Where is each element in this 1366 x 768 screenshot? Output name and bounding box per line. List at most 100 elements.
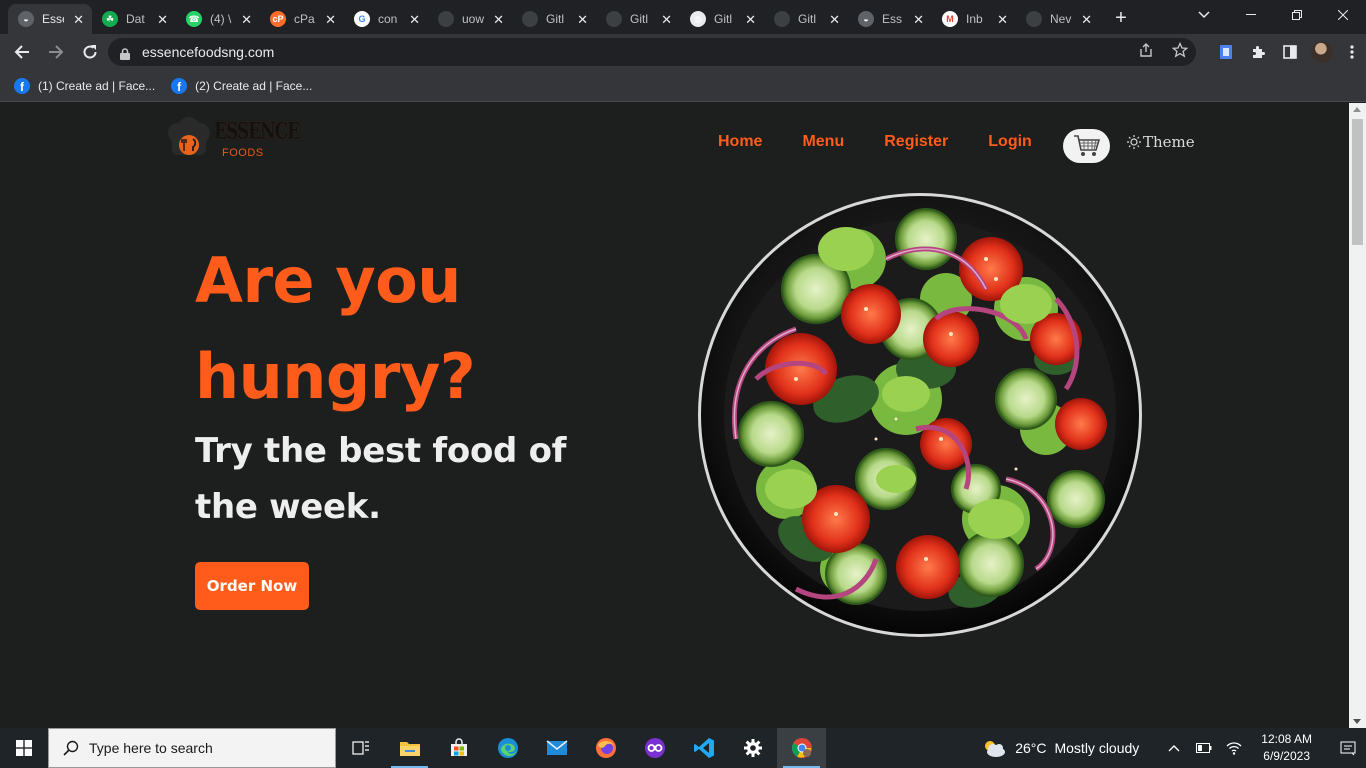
browser-tab[interactable]: Gitl ✕ — [512, 4, 596, 34]
extensions-puzzle-icon[interactable] — [1242, 36, 1274, 68]
cart-button[interactable] — [1063, 129, 1110, 163]
app-icon[interactable] — [630, 728, 679, 768]
extension-icon[interactable] — [1210, 36, 1242, 68]
tab-close-icon[interactable]: ✕ — [325, 13, 336, 26]
browser-tab[interactable]: ◒ Esse ✕ — [8, 4, 92, 34]
profile-avatar[interactable] — [1306, 36, 1338, 68]
clock-time: 12:08 AM — [1261, 732, 1312, 746]
tab-close-icon[interactable]: ✕ — [241, 13, 252, 26]
nav-login-link[interactable]: Login — [988, 133, 1032, 151]
site-nav: Home Menu Register Login — [718, 133, 1072, 151]
tab-close-icon[interactable]: ✕ — [493, 13, 504, 26]
browser-tab[interactable]: Gitl ✕ — [596, 4, 680, 34]
tab-title: con — [378, 12, 398, 26]
settings-icon[interactable] — [728, 728, 777, 768]
address-bar[interactable]: essencefoodsng.com — [108, 38, 1196, 66]
restore-button[interactable] — [1274, 0, 1320, 30]
browser-tab[interactable]: M Inb ✕ — [932, 4, 1016, 34]
tab-close-icon[interactable]: ✕ — [577, 13, 588, 26]
bookmarks-bar: f (1) Create ad | Face... f (2) Create a… — [0, 70, 1366, 102]
tab-close-icon[interactable]: ✕ — [409, 13, 420, 26]
browser-tab[interactable]: Gitl ✕ — [764, 4, 848, 34]
tab-title: Ess — [882, 12, 903, 26]
nav-menu-link[interactable]: Menu — [802, 133, 844, 151]
theme-toggle[interactable]: Theme — [1127, 133, 1195, 151]
hero-title-line1: Are you — [195, 244, 461, 317]
vscode-icon[interactable] — [679, 728, 728, 768]
tab-close-icon[interactable]: ✕ — [913, 13, 924, 26]
side-panel-icon[interactable] — [1274, 36, 1306, 68]
site-logo[interactable]: ESSENCE FOODS — [162, 117, 300, 163]
page-viewport: ESSENCE FOODS Home Menu Register Login T… — [0, 103, 1349, 728]
browser-tab[interactable]: ◍ Gitl ✕ — [680, 4, 764, 34]
search-placeholder: Type here to search — [89, 740, 213, 756]
facebook-icon: f — [171, 77, 188, 94]
nav-register-link[interactable]: Register — [884, 133, 948, 151]
gmail-icon: M — [942, 11, 958, 27]
tab-close-icon[interactable]: ✕ — [745, 13, 756, 26]
scrollbar-thumb[interactable] — [1352, 119, 1363, 245]
taskbar-clock[interactable]: 12:08 AM 6/9/2023 — [1261, 731, 1312, 765]
tab-title: Gitl — [798, 12, 816, 26]
weather-widget[interactable]: 26°C Mostly cloudy — [981, 738, 1139, 758]
windows-start-icon[interactable] — [0, 728, 48, 768]
share-icon[interactable] — [1138, 42, 1154, 62]
forward-button[interactable] — [40, 36, 72, 68]
close-window-button[interactable] — [1320, 0, 1366, 30]
task-view-icon[interactable] — [336, 728, 385, 768]
browser-tab[interactable]: uow ✕ — [428, 4, 512, 34]
firefox-icon[interactable] — [581, 728, 630, 768]
browser-tab[interactable]: ◒ Ess ✕ — [848, 4, 932, 34]
mongodb-leaf-icon: ☘ — [102, 11, 118, 27]
bookmark-item[interactable]: f (2) Create ad | Face... — [171, 77, 312, 94]
tab-close-icon[interactable]: ✕ — [157, 13, 168, 26]
tab-close-icon[interactable]: ✕ — [997, 13, 1008, 26]
new-tab-icon — [1026, 11, 1042, 27]
chevron-up-icon[interactable] — [1159, 732, 1189, 764]
tab-close-icon[interactable]: ✕ — [661, 13, 672, 26]
bookmark-item[interactable]: f (1) Create ad | Face... — [14, 77, 155, 94]
bookmark-star-icon[interactable] — [1171, 41, 1189, 62]
browser-tab[interactable]: ☎ (4) \ ✕ — [176, 4, 260, 34]
github-icon — [522, 11, 538, 27]
file-explorer-icon[interactable] — [385, 728, 434, 768]
taskbar-search-box[interactable]: Type here to search — [48, 728, 336, 768]
tab-title: (4) \ — [210, 12, 232, 26]
tab-list: ◒Esse✕☘Dat✕☎(4) \✕cPcPa✕Gcon✕uow✕Gitl✕Gi… — [0, 0, 1100, 34]
tab-close-icon[interactable]: ✕ — [829, 13, 840, 26]
back-button[interactable] — [6, 36, 38, 68]
weather-desc: Mostly cloudy — [1054, 740, 1140, 756]
theme-label: Theme — [1143, 133, 1195, 151]
url-text: essencefoodsng.com — [142, 44, 275, 60]
hero-subtitle: Try the best food of the week. — [195, 431, 567, 527]
tab-search-icon[interactable] — [1192, 6, 1216, 24]
order-now-button[interactable]: Order Now — [195, 562, 309, 610]
tab-close-icon[interactable]: ✕ — [73, 13, 84, 26]
chrome-menu-icon[interactable] — [1338, 36, 1366, 68]
chrome-icon[interactable] — [777, 728, 826, 768]
browser-tab[interactable]: ☘ Dat ✕ — [92, 4, 176, 34]
nav-home-link[interactable]: Home — [718, 133, 762, 151]
browser-toolbar: essencefoodsng.com — [0, 34, 1366, 70]
browser-tab[interactable]: Gcon ✕ — [344, 4, 428, 34]
logo-word-foods: FOODS — [222, 147, 264, 159]
browser-tab-strip: ◒Esse✕☘Dat✕☎(4) \✕cPcPa✕Gcon✕uow✕Gitl✕Gi… — [0, 0, 1366, 34]
battery-icon[interactable] — [1189, 732, 1219, 764]
edge-icon[interactable] — [483, 728, 532, 768]
microsoft-store-icon[interactable] — [434, 728, 483, 768]
browser-tab[interactable]: cP cPa ✕ — [260, 4, 344, 34]
mail-icon[interactable] — [532, 728, 581, 768]
search-icon — [63, 740, 79, 756]
tab-close-icon[interactable]: ✕ — [1081, 13, 1092, 26]
wifi-icon[interactable] — [1219, 732, 1249, 764]
notifications-icon[interactable] — [1330, 732, 1366, 764]
scroll-down-icon[interactable] — [1353, 719, 1361, 724]
minimize-button[interactable] — [1228, 0, 1274, 30]
browser-tab[interactable]: Nev ✕ — [1016, 4, 1100, 34]
reload-button[interactable] — [74, 36, 106, 68]
page-scrollbar[interactable] — [1349, 103, 1366, 728]
scroll-up-icon[interactable] — [1353, 107, 1361, 112]
new-tab-button[interactable]: + — [1106, 3, 1136, 33]
tab-title: Dat — [126, 12, 145, 26]
lock-icon[interactable] — [120, 47, 130, 60]
